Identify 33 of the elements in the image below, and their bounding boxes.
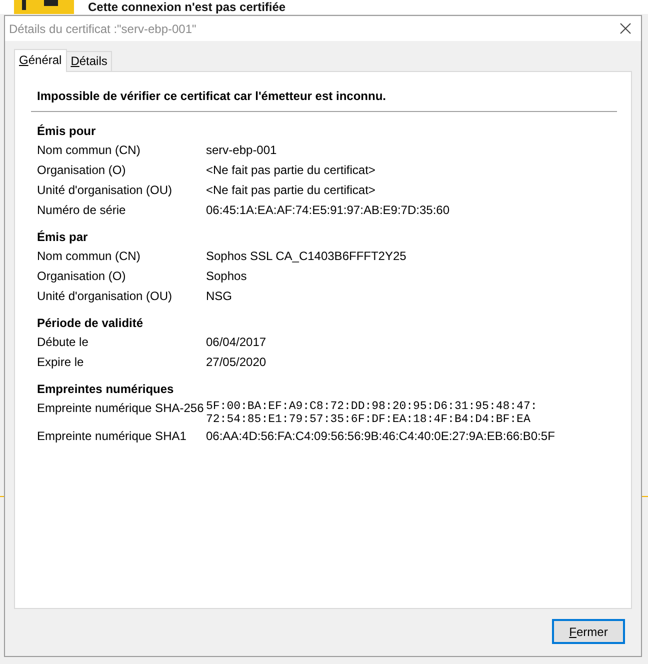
section-heading: Émis par <box>37 229 89 246</box>
field-label: Organisation (O) <box>37 162 127 179</box>
field-value: 27/05/2020 <box>206 354 266 371</box>
field-value: 06/04/2017 <box>206 334 266 351</box>
field-label: Empreinte numérique SHA-256 <box>37 400 205 417</box>
field-label: Unité d'organisation (OU) <box>37 288 174 305</box>
field-label: Empreinte numérique SHA1 <box>37 428 188 445</box>
field-label: Expire le <box>37 354 85 371</box>
close-icon[interactable] <box>620 23 631 34</box>
tab[interactable]: Général <box>14 49 67 72</box>
field-value: Sophos SSL CA_C1403B6FFFT2Y25 <box>206 248 406 265</box>
field-label: Unité d'organisation (OU) <box>37 182 174 199</box>
field-label: Numéro de série <box>37 202 127 219</box>
field-label: Nom commun (CN) <box>37 142 142 159</box>
field-value: serv-ebp-001 <box>206 142 277 159</box>
field-label: Organisation (O) <box>37 268 127 285</box>
field-value: <Ne fait pas partie du certificat> <box>206 182 376 199</box>
field-value: <Ne fait pas partie du certificat> <box>206 162 376 179</box>
tab[interactable]: Détails <box>66 51 112 71</box>
page-title: Cette connexion n'est pas certifiée <box>88 0 286 14</box>
field-value: 06:45:1A:EA:AF:74:E5:91:97:AB:E9:7D:35:60 <box>206 202 450 219</box>
section-heading: Période de validité <box>37 315 144 332</box>
field-label: Nom commun (CN) <box>37 248 142 265</box>
close-button[interactable]: Fermer <box>552 619 625 644</box>
warning-message: Impossible de vérifier ce certificat car l'émetteur est inconnu. <box>36 88 387 103</box>
window-title: Détails du certificat :"serv-ebp-001" <box>9 22 196 36</box>
field-value: Sophos <box>206 268 247 285</box>
field-value: NSG <box>206 288 232 305</box>
section-heading: Empreintes numériques <box>37 381 175 398</box>
section-heading: Émis pour <box>37 123 97 140</box>
field-value: 5F:00:BA:EF:A9:C8:72:DD:98:20:95:D6:31:95:48:47: 72:54:85:E1:79:57:35:6F:DF:EA:18:4F:B4:D4:BF:EA <box>206 399 538 426</box>
field-value: 06:AA:4D:56:FA:C4:09:56:56:9B:46:C4:40:0E:27:9A:EB:66:B0:5F <box>206 428 555 445</box>
field-label: Débute le <box>37 334 90 351</box>
